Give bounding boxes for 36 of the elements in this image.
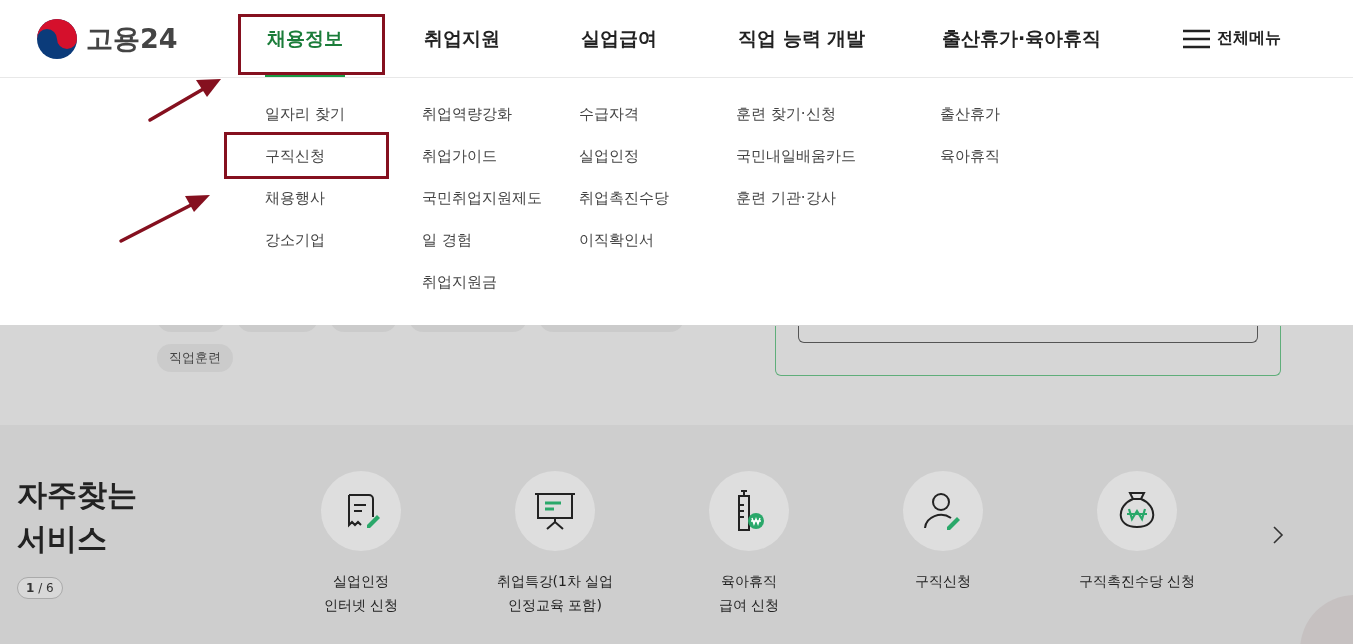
menu-link[interactable]: 강소기업 xyxy=(265,219,325,261)
service-link[interactable]: 실업인정 인터넷 신청 xyxy=(264,471,458,644)
menu-link[interactable]: 훈련 찾기·신청 xyxy=(736,93,836,135)
logo-icon[interactable] xyxy=(36,18,78,60)
page-indicator: 1 / 6 xyxy=(17,577,63,599)
menu-link[interactable]: 취업촉진수당 xyxy=(579,177,669,219)
menu-link[interactable]: 취업가이드 xyxy=(422,135,497,177)
filter-chip[interactable]: 직업훈련 xyxy=(157,344,233,372)
menu-link[interactable]: 육아휴직 xyxy=(940,135,1000,177)
menu-link[interactable]: 수급자격 xyxy=(579,93,639,135)
menu-link[interactable]: 일자리 찾기 xyxy=(265,93,345,135)
nav-tab[interactable]: 실업급여 xyxy=(579,0,659,77)
menu-link[interactable]: 출산휴가 xyxy=(940,93,1000,135)
service-link[interactable]: 육아휴직 급여 신청 xyxy=(652,471,846,644)
menu-link[interactable]: 실업인정 xyxy=(579,135,639,177)
menu-link[interactable]: 일 경험 xyxy=(422,219,472,261)
menu-link[interactable]: 취업역량강화 xyxy=(422,93,512,135)
service-link[interactable]: 구직촉진수당 신청 xyxy=(1040,471,1234,644)
nav-tab[interactable]: 직업 능력 개발 xyxy=(736,0,868,77)
input-field[interactable] xyxy=(798,326,1258,343)
menu-link[interactable]: 훈련 기관·강사 xyxy=(736,177,836,219)
menu-icon xyxy=(1183,28,1210,49)
nav-tab[interactable]: 출산휴가·육아휴직 xyxy=(940,0,1104,77)
chevron-right-icon xyxy=(1272,525,1284,545)
menu-link[interactable]: 구직신청 xyxy=(265,135,325,177)
service-link[interactable]: 취업특강(1차 실업 인정교육 포함) xyxy=(458,471,652,644)
menu-link[interactable]: 국민내일배움카드 xyxy=(736,135,856,177)
menu-link[interactable]: 이직확인서 xyxy=(579,219,654,261)
all-menu-button[interactable]: 전체메뉴 xyxy=(1183,28,1281,49)
menu-link[interactable]: 취업지원금 xyxy=(422,261,497,303)
site-logo-text[interactable]: 고용24 xyxy=(86,21,178,57)
menu-link[interactable]: 국민취업지원제도 xyxy=(422,177,542,219)
service-link[interactable]: 구직신청 xyxy=(846,471,1040,644)
nav-tab[interactable]: 취업지원 xyxy=(422,0,502,77)
menu-link[interactable]: 채용행사 xyxy=(265,177,325,219)
section-title: 자주찾는 서비스 xyxy=(17,476,138,558)
